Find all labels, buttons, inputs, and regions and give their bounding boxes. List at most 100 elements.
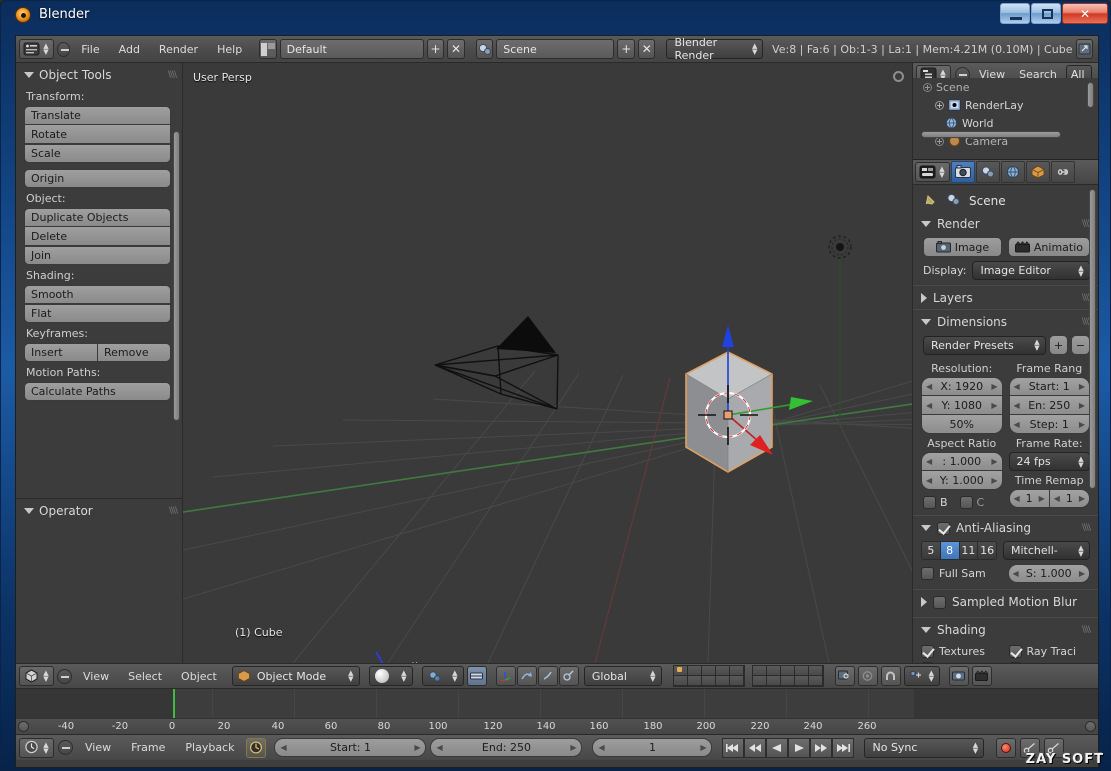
frame-start-field[interactable]: ◀ Start: 1 ▶ bbox=[274, 738, 427, 757]
add-screen-layout-button[interactable]: + bbox=[426, 39, 445, 59]
timeline-scroll-left-knob[interactable] bbox=[18, 721, 29, 732]
layer-17[interactable] bbox=[766, 676, 781, 686]
outliner-row-world[interactable]: World bbox=[913, 114, 1098, 132]
timeline-scroll-right-knob[interactable] bbox=[1085, 721, 1096, 732]
layer-14[interactable] bbox=[715, 676, 730, 686]
timeline-menu-view[interactable]: View bbox=[77, 739, 119, 756]
display-mode-select[interactable]: Image Editor ▲ ▼ bbox=[972, 261, 1090, 280]
play-reverse-icon[interactable] bbox=[766, 737, 789, 758]
collapse-menu-icon[interactable] bbox=[57, 668, 72, 684]
flat-button[interactable]: Flat bbox=[24, 304, 171, 323]
magnet-icon[interactable] bbox=[880, 666, 901, 686]
world-tab[interactable] bbox=[1001, 161, 1025, 183]
viewport-menu-select[interactable]: Select bbox=[120, 668, 170, 685]
collapse-menu-icon[interactable] bbox=[58, 740, 73, 755]
raytracing-checkbox[interactable] bbox=[1008, 645, 1022, 658]
timeline-menu-playback[interactable]: Playback bbox=[177, 739, 242, 756]
layer-13[interactable] bbox=[701, 676, 716, 686]
outliner-vscrollbar[interactable] bbox=[1087, 82, 1094, 108]
scale-manipulator-icon[interactable] bbox=[537, 666, 558, 686]
time-remap-old-field[interactable]: ◀ 1 ▶ bbox=[1008, 489, 1050, 508]
remove-preset-button[interactable]: − bbox=[1071, 335, 1090, 355]
proportional-edit-icon[interactable] bbox=[857, 666, 878, 686]
operator-panel-header[interactable]: Operator \\\\ bbox=[16, 499, 182, 522]
motion-blur-section-header[interactable]: Sampled Motion Blur bbox=[913, 589, 1098, 613]
add-scene-button[interactable]: + bbox=[617, 39, 635, 59]
maximize-area-icon[interactable] bbox=[1075, 39, 1093, 59]
outliner-tree[interactable]: Scene RenderLay World Camera bbox=[913, 78, 1098, 148]
rotate-manipulator-icon[interactable] bbox=[516, 666, 537, 686]
scene-name[interactable]: Scene bbox=[496, 39, 615, 59]
aa-filter-select[interactable]: Mitchell- ▲ ▼ bbox=[1003, 541, 1090, 560]
antialiasing-section-header[interactable]: Anti-Aliasing \\\\ bbox=[913, 515, 1098, 539]
origin-button[interactable]: Origin bbox=[24, 169, 171, 188]
3d-viewport[interactable]: y User Persp (1) Cube bbox=[183, 63, 912, 663]
antialiasing-checkbox[interactable] bbox=[937, 521, 950, 535]
aa-sample-5[interactable]: 5 bbox=[922, 542, 941, 559]
textures-checkbox[interactable] bbox=[921, 645, 934, 658]
menu-render[interactable]: Render bbox=[151, 41, 206, 58]
aa-samples-segments[interactable]: 5 8 11 16 bbox=[921, 541, 997, 560]
layer-11[interactable] bbox=[673, 676, 688, 686]
view-options-icon[interactable] bbox=[893, 71, 904, 82]
render-presets-select[interactable]: Render Presets ▲ ▼ bbox=[923, 335, 1046, 355]
layer-6[interactable] bbox=[752, 666, 767, 676]
pivot-point-select[interactable]: ▲ ▼ bbox=[421, 666, 464, 686]
minimize-button[interactable] bbox=[1000, 3, 1030, 24]
constraints-tab[interactable] bbox=[1051, 161, 1075, 183]
layer-10[interactable] bbox=[808, 666, 823, 676]
smooth-button[interactable]: Smooth bbox=[24, 285, 171, 304]
pin-icon[interactable] bbox=[923, 193, 940, 208]
join-button[interactable]: Join bbox=[24, 246, 171, 265]
expand-icon[interactable] bbox=[923, 82, 932, 92]
render-engine-selector[interactable]: Blender Render ▲ ▼ bbox=[666, 36, 764, 62]
calculate-paths-button[interactable]: Calculate Paths bbox=[24, 382, 171, 401]
timeline-editor-type-selector[interactable]: ▲ ▼ bbox=[19, 737, 54, 758]
layer-20[interactable] bbox=[808, 676, 823, 686]
resolution-percentage-field[interactable]: 50% bbox=[921, 415, 1003, 434]
layer-18[interactable] bbox=[780, 676, 795, 686]
record-icon[interactable] bbox=[996, 737, 1017, 758]
duplicate-objects-button[interactable]: Duplicate Objects bbox=[24, 208, 171, 227]
frame-end-field[interactable]: ◀ En: 250 ▶ bbox=[1008, 396, 1090, 415]
screen-layout-icon[interactable] bbox=[259, 39, 277, 59]
delete-scene-button[interactable]: ✕ bbox=[637, 39, 656, 59]
timeline-editor[interactable]: -40 -20 0 20 40 60 80 100 120 140 160 18… bbox=[16, 689, 1098, 735]
scene-layers[interactable] bbox=[672, 665, 824, 687]
viewport-menu-object[interactable]: Object bbox=[173, 668, 225, 685]
aspect-x-field[interactable]: ◀: 1.000 ▶ bbox=[921, 452, 1003, 471]
rotate-button[interactable]: Rotate bbox=[24, 125, 171, 144]
manipulator-extra-icon[interactable] bbox=[558, 666, 579, 686]
viewport-editor-type-selector[interactable]: ▲ ▼ bbox=[19, 666, 54, 686]
layer-9[interactable] bbox=[794, 666, 809, 676]
viewport-canvas[interactable]: y bbox=[183, 63, 912, 663]
toolshelf-scrollbar[interactable] bbox=[173, 131, 180, 421]
aa-sample-16[interactable]: 16 bbox=[978, 542, 996, 559]
layer-group-left[interactable] bbox=[672, 665, 745, 687]
render-image-button[interactable]: Image bbox=[923, 237, 1002, 257]
motion-blur-checkbox[interactable] bbox=[933, 595, 946, 609]
layer-5[interactable] bbox=[729, 666, 744, 676]
outliner-hscrollbar[interactable] bbox=[921, 131, 1061, 138]
render-view-icon[interactable] bbox=[948, 666, 969, 686]
time-remap-new-field[interactable]: ◀ 1 ▶ bbox=[1049, 489, 1090, 508]
transform-orientation-select[interactable]: Global ▲ ▼ bbox=[583, 666, 662, 686]
next-keyframe-icon[interactable] bbox=[810, 737, 833, 758]
layer-1[interactable] bbox=[673, 666, 688, 676]
auto-keying-icon[interactable] bbox=[246, 737, 267, 758]
snap-target-select[interactable]: ▲ ▼ bbox=[903, 666, 940, 686]
color-management-checkbox[interactable] bbox=[1008, 662, 1022, 663]
layer-3[interactable] bbox=[701, 666, 716, 676]
remove-keyframe-button[interactable]: Remove bbox=[98, 343, 171, 362]
layers-section-header[interactable]: Layers \\\\ bbox=[913, 285, 1098, 309]
add-preset-button[interactable]: + bbox=[1049, 335, 1068, 355]
previous-keyframe-icon[interactable] bbox=[744, 737, 767, 758]
resolution-y-field[interactable]: ◀ Y: 1080 ▶ bbox=[921, 396, 1003, 415]
menu-help[interactable]: Help bbox=[209, 41, 250, 58]
collapse-menu-icon[interactable] bbox=[57, 41, 71, 57]
border-checkbox[interactable] bbox=[923, 496, 936, 509]
object-tools-panel-header[interactable]: Object Tools \\\\ bbox=[16, 63, 182, 86]
shadows-checkbox[interactable] bbox=[921, 662, 934, 663]
layer-19[interactable] bbox=[794, 676, 809, 686]
layer-16[interactable] bbox=[752, 676, 767, 686]
